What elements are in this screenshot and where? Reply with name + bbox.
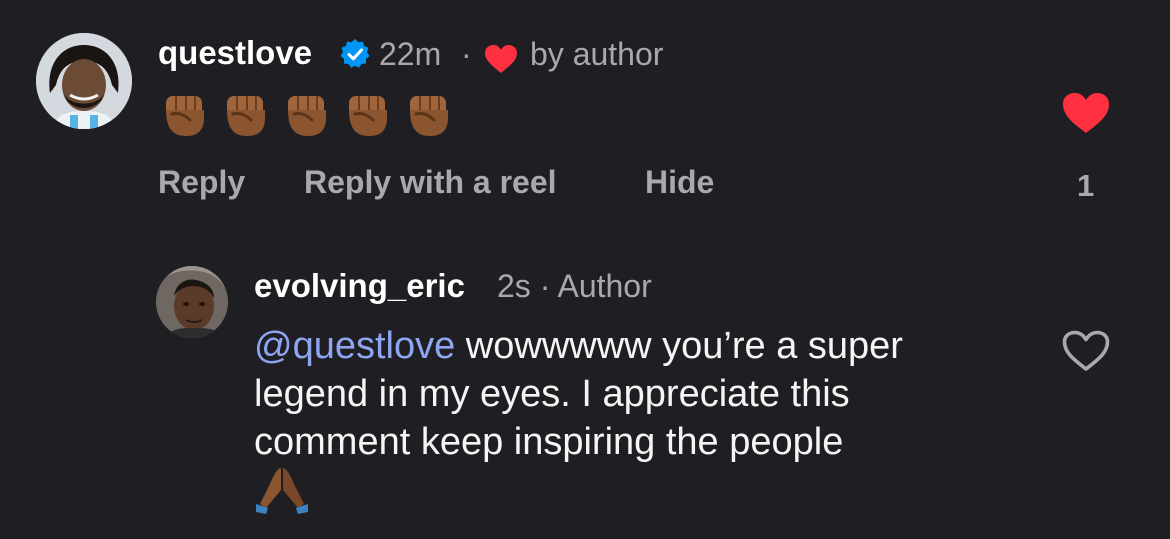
raised-fist-emoji-icon — [288, 96, 326, 136]
comment-username[interactable]: questlove — [158, 34, 312, 72]
comment-timestamp: 22m — [379, 36, 442, 72]
like-count[interactable]: 1 — [1077, 168, 1094, 204]
raised-fist-emoji-icon — [227, 96, 265, 136]
hide-button[interactable]: Hide — [645, 164, 714, 201]
raised-fist-emoji-icon — [410, 96, 448, 136]
verified-badge-icon — [340, 39, 370, 68]
liked-by-author-heart-icon — [485, 45, 517, 73]
like-heart-outline-icon[interactable] — [1061, 329, 1111, 373]
reply-avatar[interactable] — [156, 266, 228, 338]
reply-meta: 2s · Author — [497, 268, 652, 304]
comment-emoji-text — [160, 92, 452, 138]
liked-by-author-label: by author — [530, 36, 664, 72]
reply-text: @questlove wowwwww you’re a super legend… — [254, 322, 1014, 466]
raised-fist-emoji-icon — [349, 96, 387, 136]
separator-dot: · — [461, 36, 472, 72]
mention-link[interactable]: @questlove — [254, 325, 455, 367]
reply-button[interactable]: Reply — [158, 164, 245, 201]
comment-thread: questlove 22m · by author Reply Reply wi… — [0, 0, 1170, 539]
raised-fist-emoji-icon — [166, 96, 204, 136]
reply-with-reel-button[interactable]: Reply with a reel — [304, 164, 557, 201]
folded-hands-emoji-icon — [256, 468, 308, 514]
reply-username[interactable]: evolving_eric — [254, 267, 465, 305]
avatar[interactable] — [36, 33, 132, 129]
like-heart-icon[interactable] — [1061, 91, 1111, 135]
